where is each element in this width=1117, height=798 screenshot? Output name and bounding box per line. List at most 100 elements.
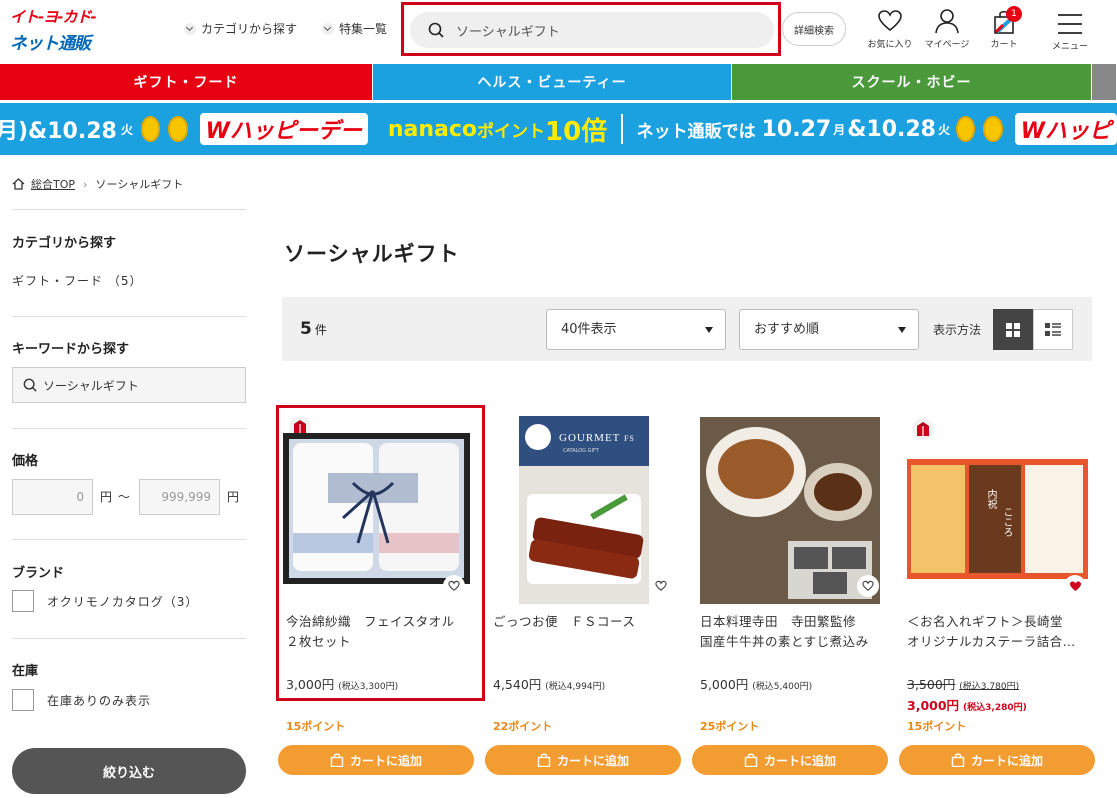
ribbon-icon: [341, 481, 395, 544]
breadcrumb-home-link[interactable]: 総合TOP: [31, 176, 75, 192]
add-to-cart-button[interactable]: カートに追加: [899, 745, 1095, 775]
product-name[interactable]: 今治綿紗織 フェイスタオル ２枚セット: [286, 612, 476, 652]
banner-day1: 月: [833, 122, 846, 137]
banner-netshop: ネット通販では: [636, 121, 756, 142]
keyword-heading: キーワードから探す: [12, 342, 130, 357]
site-logo[interactable]: イト-ヨ-カド- ネット通販: [10, 6, 100, 54]
search-icon: [23, 378, 37, 392]
hamburger-icon: [1058, 14, 1082, 34]
breadcrumb-current: ソーシャルギフト: [95, 178, 184, 191]
product-name-line1: ＜お名入れギフト＞長崎堂: [907, 614, 1064, 629]
keyword-input[interactable]: ソーシャルギフト: [12, 367, 246, 403]
category-tab-health-beauty[interactable]: ヘルス・ビューティー: [373, 64, 732, 100]
menu-button[interactable]: メニュー: [1042, 12, 1098, 52]
list-view-button[interactable]: [1033, 309, 1073, 350]
price-value: 3,000円: [286, 677, 335, 692]
add-to-cart-label: カートに追加: [556, 753, 629, 768]
heart-icon: [878, 10, 902, 32]
result-count-unit: 件: [314, 323, 327, 337]
product-image-castella[interactable]: 内祝 こころ: [907, 459, 1088, 579]
sort-select[interactable]: おすすめ順: [739, 309, 919, 350]
category-tab-gift-food[interactable]: ギフト・フード: [0, 64, 373, 100]
per-page-select[interactable]: 40件表示: [546, 309, 726, 350]
cart-button[interactable]: 1 カート: [976, 6, 1032, 50]
add-to-cart-button[interactable]: カートに追加: [692, 745, 888, 775]
add-to-cart-label: カートに追加: [763, 753, 836, 768]
category-tab-school-hobby[interactable]: スクール・ホビー: [732, 64, 1092, 100]
favorite-toggle-active[interactable]: [1064, 575, 1086, 597]
breadcrumb-chevron-icon: ›: [83, 177, 88, 191]
castella-name-text-2: こころ: [1001, 507, 1012, 537]
price-tax: (税込4,994円): [545, 682, 606, 692]
mypage-label: マイページ: [924, 40, 970, 50]
product-name[interactable]: ごっつお便 ＦＳコース: [493, 612, 683, 632]
coin-icon: [956, 116, 976, 142]
old-price-value: 3,500円: [907, 677, 956, 692]
category-heading: カテゴリから探す: [12, 236, 117, 251]
grid-icon: [1006, 322, 1020, 337]
filter-button[interactable]: 絞り込む: [12, 748, 246, 794]
nav-features-label: 特集一覧: [339, 22, 388, 36]
grid-view-button[interactable]: [993, 309, 1033, 350]
page-title: ソーシャルギフト: [284, 242, 460, 266]
catalog-title-text: GOURMET: [559, 432, 621, 444]
product-name-line1: ごっつお便 ＦＳコース: [493, 614, 636, 629]
price-min-input[interactable]: 0: [12, 479, 93, 515]
search-value: ソーシャルギフト: [456, 24, 560, 40]
category-tab-more[interactable]: [1092, 64, 1117, 100]
stew: [814, 473, 862, 511]
product-name-line1: 今治綿紗織 フェイスタオル: [286, 614, 455, 629]
add-to-cart-button[interactable]: カートに追加: [485, 745, 681, 775]
favorite-toggle[interactable]: [443, 575, 465, 597]
nav-features[interactable]: 特集一覧: [322, 20, 387, 37]
detail-search-button[interactable]: 詳細検索: [782, 12, 846, 46]
price-max-input[interactable]: 999,999: [139, 479, 220, 515]
banner-day2: 火: [938, 122, 951, 137]
pack-3: [813, 572, 847, 594]
product-old-price: 3,500円 (税込3,780円): [907, 674, 1019, 693]
add-to-cart-label: カートに追加: [970, 753, 1043, 768]
nav-category[interactable]: カテゴリから探す: [184, 20, 297, 37]
brand-label: オクリモノカタログ（3）: [47, 595, 199, 609]
beef: [718, 439, 794, 499]
keyword-value: ソーシャルギフト: [43, 378, 139, 393]
add-to-cart-label: カートに追加: [349, 753, 422, 768]
stock-label: 在庫ありのみ表示: [47, 694, 152, 708]
add-to-cart-button[interactable]: カートに追加: [278, 745, 474, 775]
heart-filled-icon: [1069, 581, 1081, 591]
product-name[interactable]: 日本料理寺田 寺田繁監修 国産牛牛丼の素とすじ煮込み: [700, 612, 890, 652]
product-price: 3,000円 (税込3,300円): [286, 674, 398, 693]
logo-line1: イト-ヨ-カド-: [10, 8, 97, 26]
heart-outline-icon: [655, 580, 667, 591]
product-name[interactable]: ＜お名入れギフト＞長崎堂 オリジナルカステーラ詰合…: [907, 612, 1107, 652]
category-filter-link[interactable]: ギフト・フード （5）: [12, 272, 246, 289]
product-image-gyudon[interactable]: [700, 417, 880, 604]
banner-nanaco: nanaco: [387, 116, 478, 142]
heart-outline-icon: [448, 580, 460, 591]
search-highlight: ソーシャルギフト: [401, 2, 781, 56]
menu-label: メニュー: [1051, 42, 1088, 52]
gift-icon: [912, 418, 934, 440]
mypage-button[interactable]: マイページ: [919, 8, 975, 50]
price-yen-tilde: 円 〜: [100, 490, 131, 504]
product-image-gourmet[interactable]: GOURMET FS CATALOG GIFT: [519, 416, 649, 604]
stock-checkbox[interactable]: [12, 689, 34, 711]
catalog-subtitle: CATALOG GIFT: [563, 448, 599, 454]
favorites-button[interactable]: お気に入り: [862, 8, 918, 50]
favorite-toggle[interactable]: [857, 575, 879, 597]
search-icon: [428, 22, 444, 38]
price-yen: 円: [227, 490, 241, 504]
favorite-toggle[interactable]: [650, 575, 672, 597]
search-input[interactable]: ソーシャルギフト: [410, 12, 774, 48]
promo-banner[interactable]: 月)&10.28 火 Wハッピーデー nanaco ポイント 10倍 ネット通販…: [0, 103, 1117, 155]
shopping-bag-icon: [744, 753, 758, 767]
banner-date1: 10.27: [761, 116, 832, 142]
cart-count-badge: 1: [1006, 6, 1022, 22]
coin-icon: [168, 116, 188, 142]
product-image-towel[interactable]: [283, 433, 470, 584]
result-count: 5件: [300, 319, 327, 339]
coin-icon: [140, 116, 161, 142]
result-count-value: 5: [300, 319, 312, 339]
brand-checkbox[interactable]: [12, 590, 34, 612]
pack-2: [832, 547, 866, 569]
